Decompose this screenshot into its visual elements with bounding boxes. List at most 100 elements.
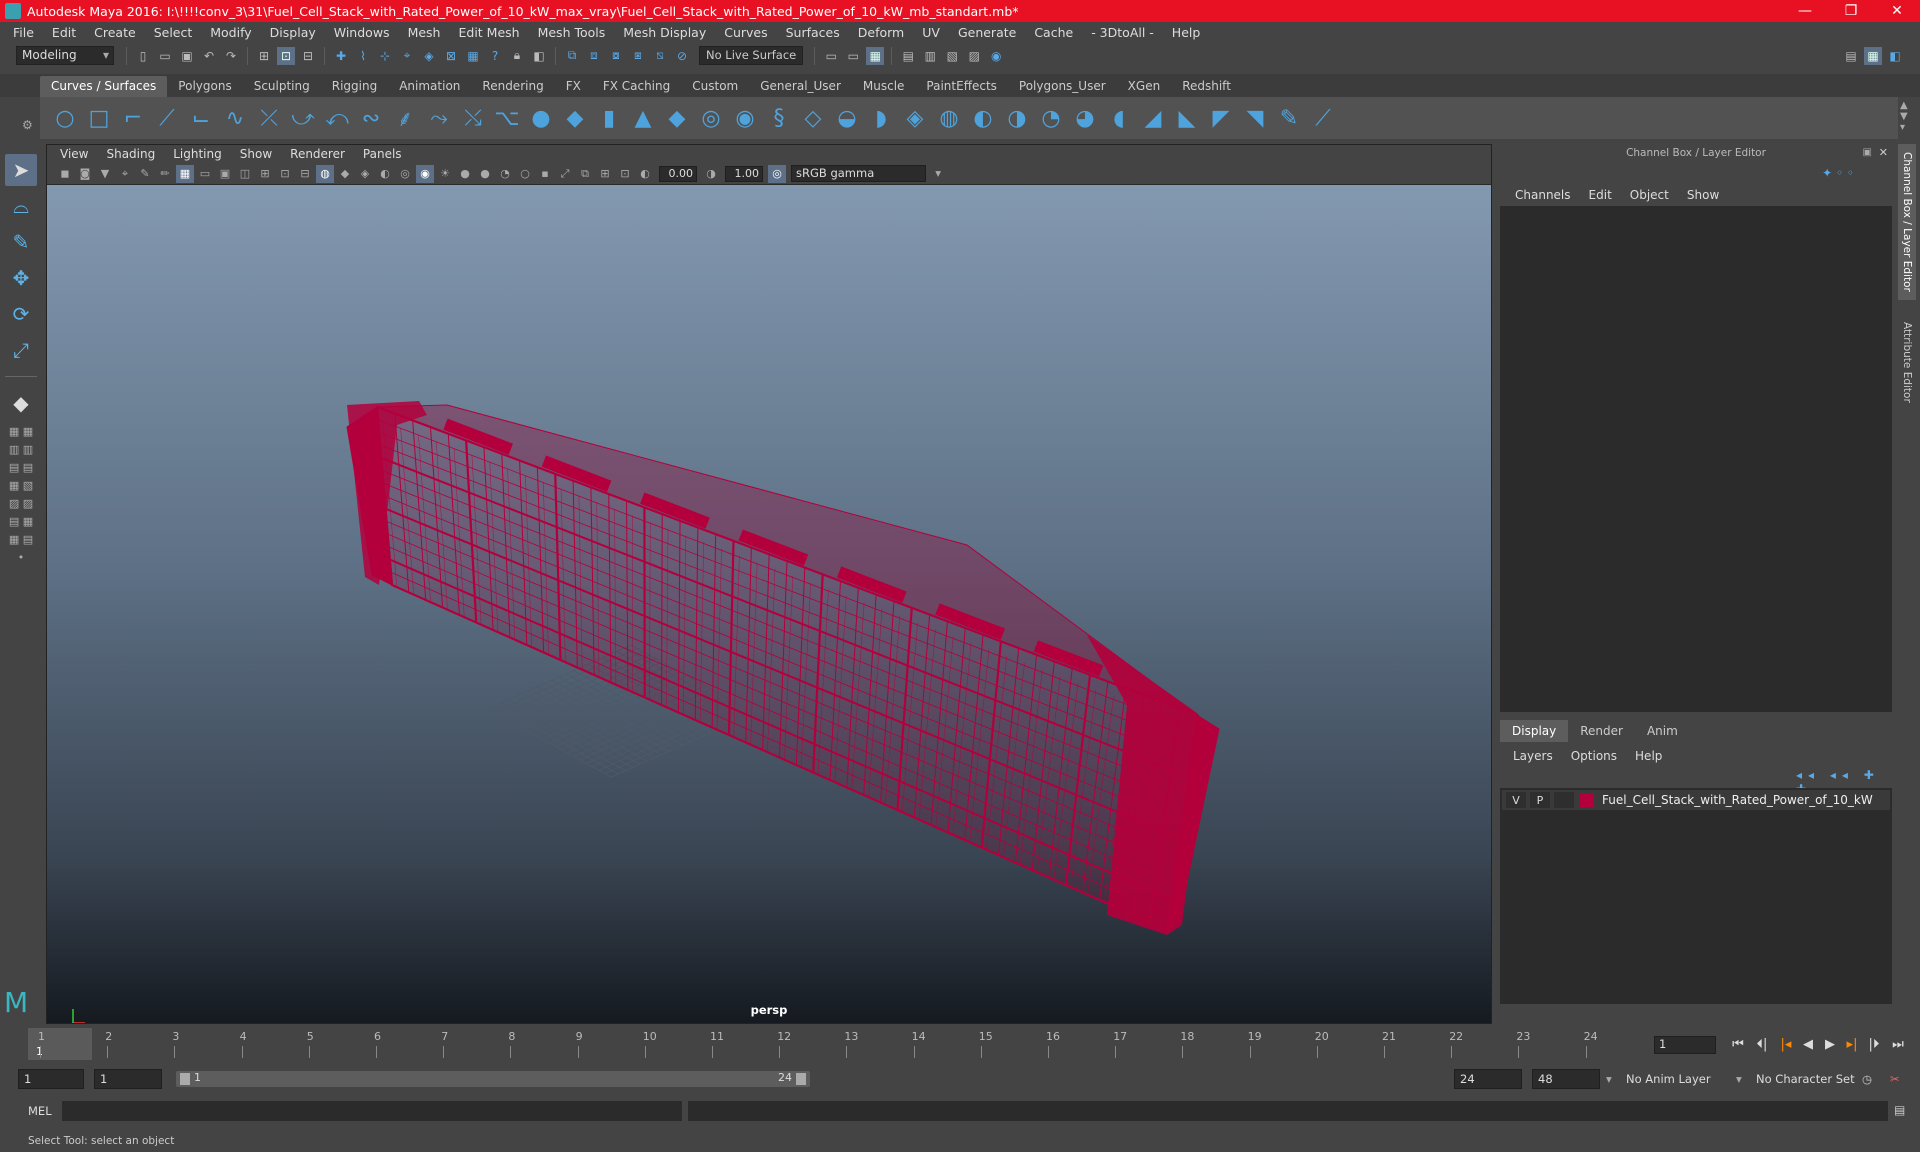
align-icon[interactable]: ◤ xyxy=(1206,103,1236,133)
tab-animation[interactable]: Animation xyxy=(388,76,471,97)
persp-scene[interactable]: persp xyxy=(47,185,1491,1023)
menu-modify[interactable]: Modify xyxy=(201,25,260,40)
offset-curve-icon[interactable]: ⸙ xyxy=(390,103,420,133)
viewport-panel[interactable]: View Shading Lighting Show Renderer Pane… xyxy=(46,144,1492,1024)
vp-menu-panels[interactable]: Panels xyxy=(354,147,411,161)
birail-icon[interactable]: ◗ xyxy=(866,103,896,133)
menu-generate[interactable]: Generate xyxy=(949,25,1025,40)
step-forward-key-icon[interactable]: |⏵ xyxy=(1864,1034,1884,1054)
new-scene-icon[interactable]: ▯ xyxy=(134,47,152,65)
script-editor-icon[interactable]: ▤ xyxy=(1894,1103,1905,1117)
tab-xgen[interactable]: XGen xyxy=(1117,76,1172,97)
tab-general-user[interactable]: General_User xyxy=(749,76,852,97)
layer-row[interactable]: V P Fuel_Cell_Stack_with_Rated_Power_of_… xyxy=(1502,790,1890,810)
play-backwards-icon[interactable]: ◀ xyxy=(1798,1034,1818,1054)
view-transform-select[interactable]: sRGB gamma xyxy=(791,165,941,182)
construction-history-icon[interactable]: ⧉ xyxy=(563,47,581,65)
field-chart-icon[interactable]: ⊞ xyxy=(256,165,274,183)
graph-editor-icon[interactable]: ▦ ▧ xyxy=(5,477,37,493)
tab-sculpting[interactable]: Sculpting xyxy=(243,76,321,97)
select-tool-icon[interactable]: ➤ xyxy=(5,154,37,186)
channels-menu[interactable]: Channels xyxy=(1506,188,1580,202)
tab-fx-caching[interactable]: FX Caching xyxy=(592,76,681,97)
anim-layer-dropdown-icon[interactable]: ▾ xyxy=(1606,1069,1612,1089)
rotate-tool-icon[interactable]: ⟳ xyxy=(5,298,37,330)
live-surface-field[interactable]: No Live Surface xyxy=(699,46,804,65)
scale-tool-icon[interactable]: ⤢ xyxy=(5,334,37,366)
vp-menu-lighting[interactable]: Lighting xyxy=(164,147,231,161)
single-perspective-icon[interactable]: ◆ xyxy=(5,387,37,419)
multisample-icon[interactable]: ◔ xyxy=(496,165,514,183)
go-to-start-icon[interactable]: ⏮ xyxy=(1728,1034,1748,1054)
gamma-icon[interactable]: ◑ xyxy=(702,165,720,183)
menu-edit-mesh[interactable]: Edit Mesh xyxy=(449,25,528,40)
ambient-occlusion-icon[interactable]: ● xyxy=(456,165,474,183)
step-forward-frame-icon[interactable]: ▸| xyxy=(1842,1034,1862,1054)
snap-curve-icon[interactable]: ⌇ xyxy=(354,47,372,65)
wireframe-on-shaded-icon[interactable]: ◈ xyxy=(356,165,374,183)
make-live-icon[interactable]: ⧅ xyxy=(651,47,669,65)
use-all-lights-icon[interactable]: ◉ xyxy=(416,164,434,183)
save-scene-icon[interactable]: ▣ xyxy=(178,47,196,65)
vp-menu-view[interactable]: View xyxy=(51,147,97,161)
menu-help[interactable]: Help xyxy=(1163,25,1210,40)
menu-select[interactable]: Select xyxy=(145,25,202,40)
extrude-icon[interactable]: ◒ xyxy=(832,103,862,133)
edit-menu[interactable]: Edit xyxy=(1580,188,1621,202)
tab-render[interactable]: Render xyxy=(1568,720,1635,742)
nurbs-plane-icon[interactable]: ◆ xyxy=(662,103,692,133)
select-hierarchy-icon[interactable]: ⊞ xyxy=(255,47,273,65)
layers-menu[interactable]: Layers xyxy=(1504,749,1562,763)
shelf-settings-icon[interactable]: ⚙ xyxy=(22,118,33,132)
go-to-end-icon[interactable]: ⏭ xyxy=(1888,1034,1908,1054)
trim-icon[interactable]: ◕ xyxy=(1070,103,1100,133)
more-layouts-icon[interactable]: • xyxy=(5,549,37,565)
options-menu[interactable]: Options xyxy=(1562,749,1626,763)
tab-curves-surfaces[interactable]: Curves / Surfaces xyxy=(40,76,168,97)
anim-layer-select[interactable]: No Anim Layer xyxy=(1626,1069,1711,1089)
color-management-icon[interactable]: ◎ xyxy=(768,164,786,183)
exposure-icon[interactable]: ◐ xyxy=(636,165,654,183)
tab-rendering[interactable]: Rendering xyxy=(471,76,554,97)
menu-deform[interactable]: Deform xyxy=(849,25,913,40)
symmetry-icon[interactable]: ◧ xyxy=(530,47,548,65)
curve-extend-icon[interactable]: ∾ xyxy=(356,103,386,133)
close-button[interactable]: ✕ xyxy=(1874,0,1920,22)
anim-prefs-icon[interactable]: ◷ xyxy=(1862,1069,1872,1089)
menu-windows[interactable]: Windows xyxy=(325,25,399,40)
project-curve-icon[interactable]: ◔ xyxy=(1036,103,1066,133)
mode-select[interactable]: Modeling xyxy=(16,46,114,65)
shadows-icon[interactable]: ☀ xyxy=(436,165,454,183)
grease-pencil-icon[interactable]: ✏ xyxy=(156,165,174,183)
planar-icon[interactable]: ◇ xyxy=(798,103,828,133)
nurbs-circle-icon[interactable]: ○ xyxy=(50,103,80,133)
tab-polygons[interactable]: Polygons xyxy=(167,76,242,97)
four-view-icon[interactable]: ▦ ▦ xyxy=(5,423,37,439)
menu-mesh-display[interactable]: Mesh Display xyxy=(614,25,715,40)
menu-edit[interactable]: Edit xyxy=(43,25,85,40)
camera-icon[interactable]: ◙ xyxy=(76,165,94,183)
layout-icon[interactable]: ▦ xyxy=(1864,46,1882,65)
tab-display[interactable]: Display xyxy=(1500,720,1569,742)
menu-curves[interactable]: Curves xyxy=(715,25,776,40)
depth-of-field-icon[interactable]: ○ xyxy=(516,165,534,183)
uv-layout-icon[interactable]: ▦ ▤ xyxy=(5,531,37,547)
animation-end-field[interactable]: 48 xyxy=(1532,1069,1600,1089)
menu-mesh[interactable]: Mesh xyxy=(399,25,450,40)
open-scene-icon[interactable]: ▭ xyxy=(156,47,174,65)
animation-start-field[interactable]: 1 xyxy=(18,1069,84,1089)
tab-anim[interactable]: Anim xyxy=(1635,720,1690,742)
square-surface-icon[interactable]: ◐ xyxy=(968,103,998,133)
tab-muscle[interactable]: Muscle xyxy=(852,76,916,97)
nurbs-cone-icon[interactable]: ▲ xyxy=(628,103,658,133)
live-surface-icon[interactable]: ⊘ xyxy=(673,47,691,65)
layer-display-type[interactable] xyxy=(1554,792,1574,808)
gate-mask-icon[interactable]: ◫ xyxy=(236,165,254,183)
film-gate-icon[interactable]: ▭ xyxy=(196,165,214,183)
isolate-select-icon[interactable]: ▪ xyxy=(536,165,554,183)
step-back-key-icon[interactable]: ⏴| xyxy=(1752,1034,1772,1054)
object-menu[interactable]: Object xyxy=(1621,188,1678,202)
select-component-icon[interactable]: ⊟ xyxy=(299,47,317,65)
select-object-icon[interactable]: ⊡ xyxy=(277,46,295,65)
range-slider[interactable]: 1 24 xyxy=(176,1071,810,1087)
